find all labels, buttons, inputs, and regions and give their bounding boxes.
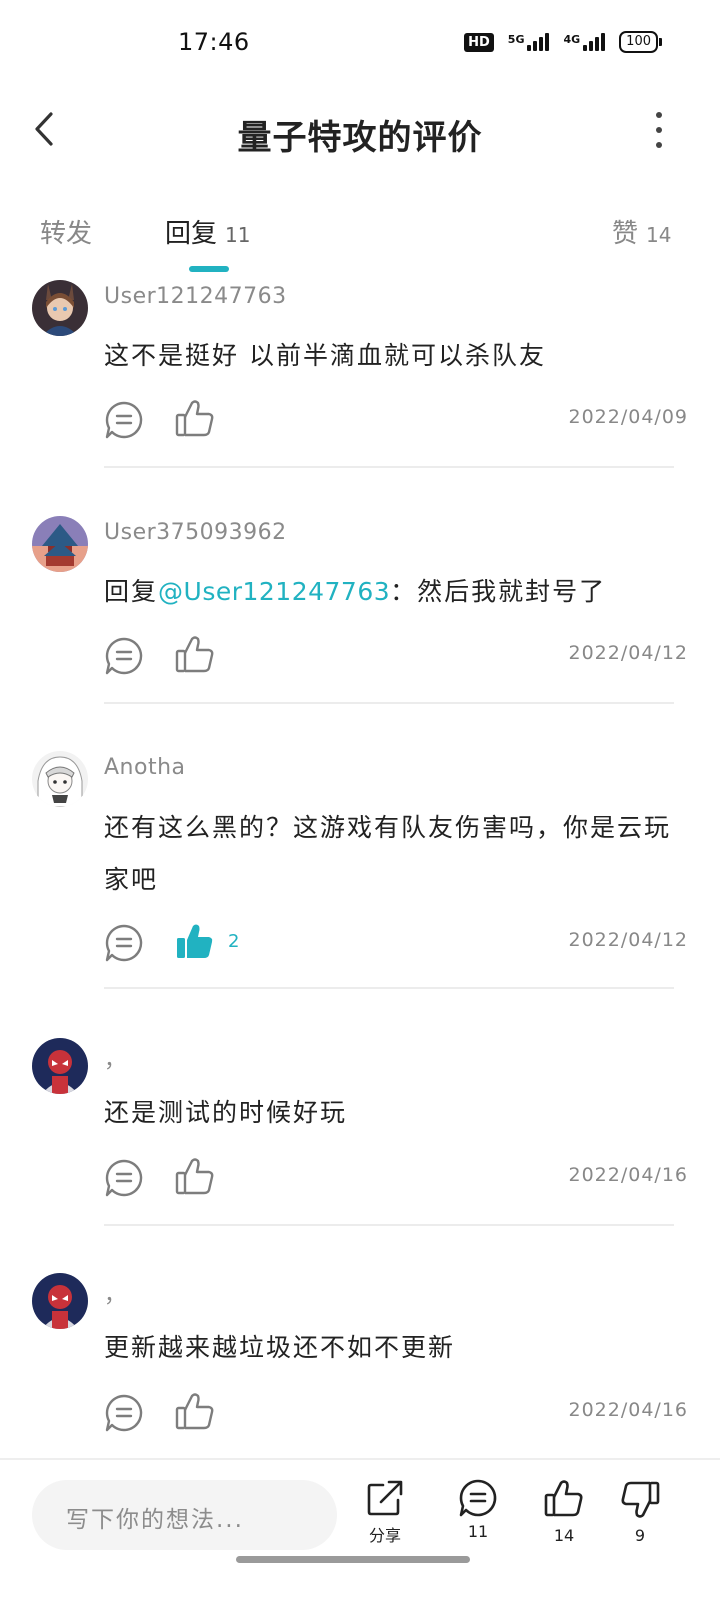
- signal-4g-icon: 4G: [563, 33, 606, 51]
- comment-count: 11: [467, 1522, 489, 1541]
- status-time: 17:46: [178, 28, 250, 56]
- comment-input-placeholder: 写下你的想法...: [66, 1507, 244, 1533]
- tab-forward-label: 转发: [40, 219, 93, 249]
- comment-text: 还是测试的时候好玩: [104, 1098, 348, 1127]
- comment-date: 2022/04/12: [568, 929, 688, 951]
- more-vertical-icon: [656, 112, 662, 118]
- signal-5g-icon: 5G: [508, 33, 550, 51]
- dislike-count: 9: [634, 1526, 646, 1545]
- like-button[interactable]: 14: [524, 1478, 604, 1545]
- username[interactable]: User375093962: [104, 520, 287, 545]
- home-indicator[interactable]: [236, 1556, 470, 1563]
- tab-like-count: 14: [646, 223, 672, 247]
- page-title: 量子特攻的评价: [237, 118, 483, 158]
- comment-count-button[interactable]: 11: [438, 1478, 518, 1541]
- tab-reply-count: 11: [225, 223, 251, 247]
- thumbs-up-icon[interactable]: [174, 1156, 216, 1198]
- share-icon: [367, 1480, 403, 1516]
- username[interactable]: ，: [104, 1277, 127, 1309]
- comment-actions: 2022/04/12: [104, 632, 688, 680]
- share-label: 分享: [368, 1526, 401, 1545]
- battery-level: 100: [619, 31, 658, 53]
- thumbs-up-icon[interactable]: [174, 634, 216, 676]
- dislike-button[interactable]: 9: [600, 1478, 680, 1545]
- reply-icon[interactable]: [104, 400, 144, 440]
- divider: [104, 1224, 674, 1226]
- avatar[interactable]: [32, 1273, 88, 1329]
- reply-icon[interactable]: [104, 636, 144, 676]
- comment-actions: 2022/04/16: [104, 1154, 688, 1202]
- tab-reply-label: 回复: [165, 219, 218, 249]
- comment-text: 还有这么黑的？这游戏有队友伤害吗，你是云玩家吧: [104, 813, 672, 894]
- thumbs-down-icon: [621, 1481, 660, 1518]
- thumbs-up-icon: [544, 1480, 583, 1517]
- reply-icon[interactable]: [104, 1158, 144, 1198]
- hd-voice-icon: HD: [464, 32, 494, 52]
- username[interactable]: User121247763: [104, 284, 287, 309]
- like-count: 2: [228, 931, 240, 952]
- active-tab-indicator: [189, 266, 229, 272]
- comment-actions: 2022/04/16: [104, 1389, 688, 1437]
- comment-text: 更新越来越垃圾还不如不更新: [104, 1333, 456, 1362]
- tab-like-label: 赞: [612, 219, 639, 249]
- share-button[interactable]: 分享: [345, 1478, 425, 1546]
- comment-text: 这不是挺好 以前半滴血就可以杀队友: [104, 341, 546, 370]
- comment-date: 2022/04/16: [568, 1399, 688, 1421]
- tab-like[interactable]: 赞 14: [612, 213, 671, 250]
- comment-icon: [459, 1479, 497, 1517]
- avatar[interactable]: [32, 1038, 88, 1094]
- divider: [104, 987, 674, 989]
- comment-date: 2022/04/12: [568, 642, 688, 664]
- mention-link[interactable]: @User121247763: [158, 577, 390, 606]
- comment-actions: 2 2022/04/12: [104, 919, 688, 967]
- comment-date: 2022/04/09: [568, 406, 688, 428]
- thumbs-up-icon[interactable]: [174, 398, 216, 440]
- comment-item: Anotha 还有这么黑的？这游戏有队友伤害吗，你是云玩家吧 2 2022/04…: [0, 751, 720, 991]
- username[interactable]: ，: [104, 1042, 127, 1074]
- comment-date: 2022/04/16: [568, 1164, 688, 1186]
- bottom-action-bar: 写下你的想法... 分享 11 14 9: [0, 1458, 720, 1602]
- tab-reply[interactable]: 回复 11: [165, 213, 250, 250]
- thumbs-up-icon[interactable]: [174, 1391, 216, 1433]
- username[interactable]: Anotha: [104, 755, 186, 780]
- like-count: 14: [553, 1526, 575, 1545]
- comment-item: ， 更新越来越垃圾还不如不更新 2022/04/16: [0, 1273, 720, 1458]
- status-bar: 17:46 HD 5G 4G 100: [0, 0, 720, 90]
- comment-input[interactable]: 写下你的想法...: [32, 1480, 337, 1550]
- divider: [104, 466, 674, 468]
- avatar[interactable]: [32, 751, 88, 807]
- avatar[interactable]: [32, 280, 88, 336]
- reply-prefix: 回复: [104, 577, 159, 606]
- tab-bar: 转发 回复 11 赞 14: [0, 205, 720, 275]
- reply-icon[interactable]: [104, 923, 144, 963]
- comment-text: 回复@User121247763：然后我就封号了: [104, 566, 674, 618]
- reply-icon[interactable]: [104, 1393, 144, 1433]
- thumbs-up-filled-icon[interactable]: [174, 921, 216, 963]
- comment-item: ， 还是测试的时候好玩 2022/04/16: [0, 1038, 720, 1228]
- battery-icon: 100: [619, 31, 662, 53]
- status-icons: HD 5G 4G 100: [464, 31, 662, 53]
- title-bar: 量子特攻的评价: [0, 90, 720, 170]
- comment-item: User375093962 回复@User121247763：然后我就封号了 2…: [0, 516, 720, 706]
- tab-forward[interactable]: 转发: [40, 213, 92, 250]
- reply-text: ：然后我就封号了: [390, 577, 607, 606]
- comment-item: User121247763 这不是挺好 以前半滴血就可以杀队友 2022/04/…: [0, 280, 720, 470]
- divider: [104, 702, 674, 704]
- comment-actions: 2022/04/09: [104, 396, 688, 444]
- more-options-button[interactable]: [644, 110, 674, 150]
- avatar[interactable]: [32, 516, 88, 572]
